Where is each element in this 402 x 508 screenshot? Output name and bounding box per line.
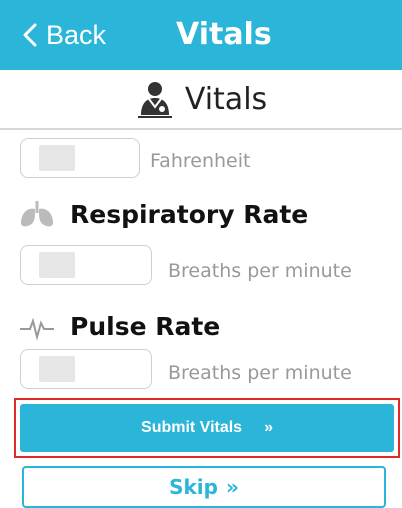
back-button[interactable]: Back xyxy=(22,14,106,56)
pulse-rate-unit: Breaths per minute xyxy=(168,362,352,384)
header-bar: Back Vitals xyxy=(0,0,402,70)
respiratory-rate-title: Respiratory Rate xyxy=(70,199,309,229)
lungs-icon xyxy=(21,201,53,227)
chevron-left-icon xyxy=(23,23,37,47)
submit-vitals-highlight: Submit Vitals » xyxy=(14,398,400,458)
back-label: Back xyxy=(46,19,107,50)
divider xyxy=(0,128,402,130)
input-placeholder-block xyxy=(39,145,75,171)
pulse-rate-title: Pulse Rate xyxy=(70,311,221,341)
doctor-icon xyxy=(137,82,172,118)
input-placeholder-block xyxy=(39,252,75,278)
section-title: Vitals xyxy=(184,81,268,117)
page-title: Vitals xyxy=(176,17,272,52)
temperature-unit: Fahrenheit xyxy=(150,150,251,172)
pulse-rate-input[interactable] xyxy=(20,349,152,389)
skip-label: Skip xyxy=(169,475,218,499)
respiratory-rate-input[interactable] xyxy=(20,245,152,285)
skip-button[interactable]: Skip » xyxy=(22,466,386,508)
respiratory-rate-section: Respiratory Rate xyxy=(18,196,308,232)
heartbeat-icon xyxy=(20,317,54,341)
section-header: Vitals xyxy=(0,74,402,124)
input-placeholder-block xyxy=(39,356,75,382)
temperature-input[interactable] xyxy=(20,138,140,178)
pulse-rate-section: Pulse Rate xyxy=(18,308,220,344)
submit-vitals-button[interactable]: Submit Vitals » xyxy=(20,404,394,452)
respiratory-rate-unit: Breaths per minute xyxy=(168,260,352,282)
double-chevron-right-icon: » xyxy=(225,475,239,499)
submit-label: Submit Vitals xyxy=(141,419,243,436)
double-chevron-right-icon: » xyxy=(264,419,273,436)
